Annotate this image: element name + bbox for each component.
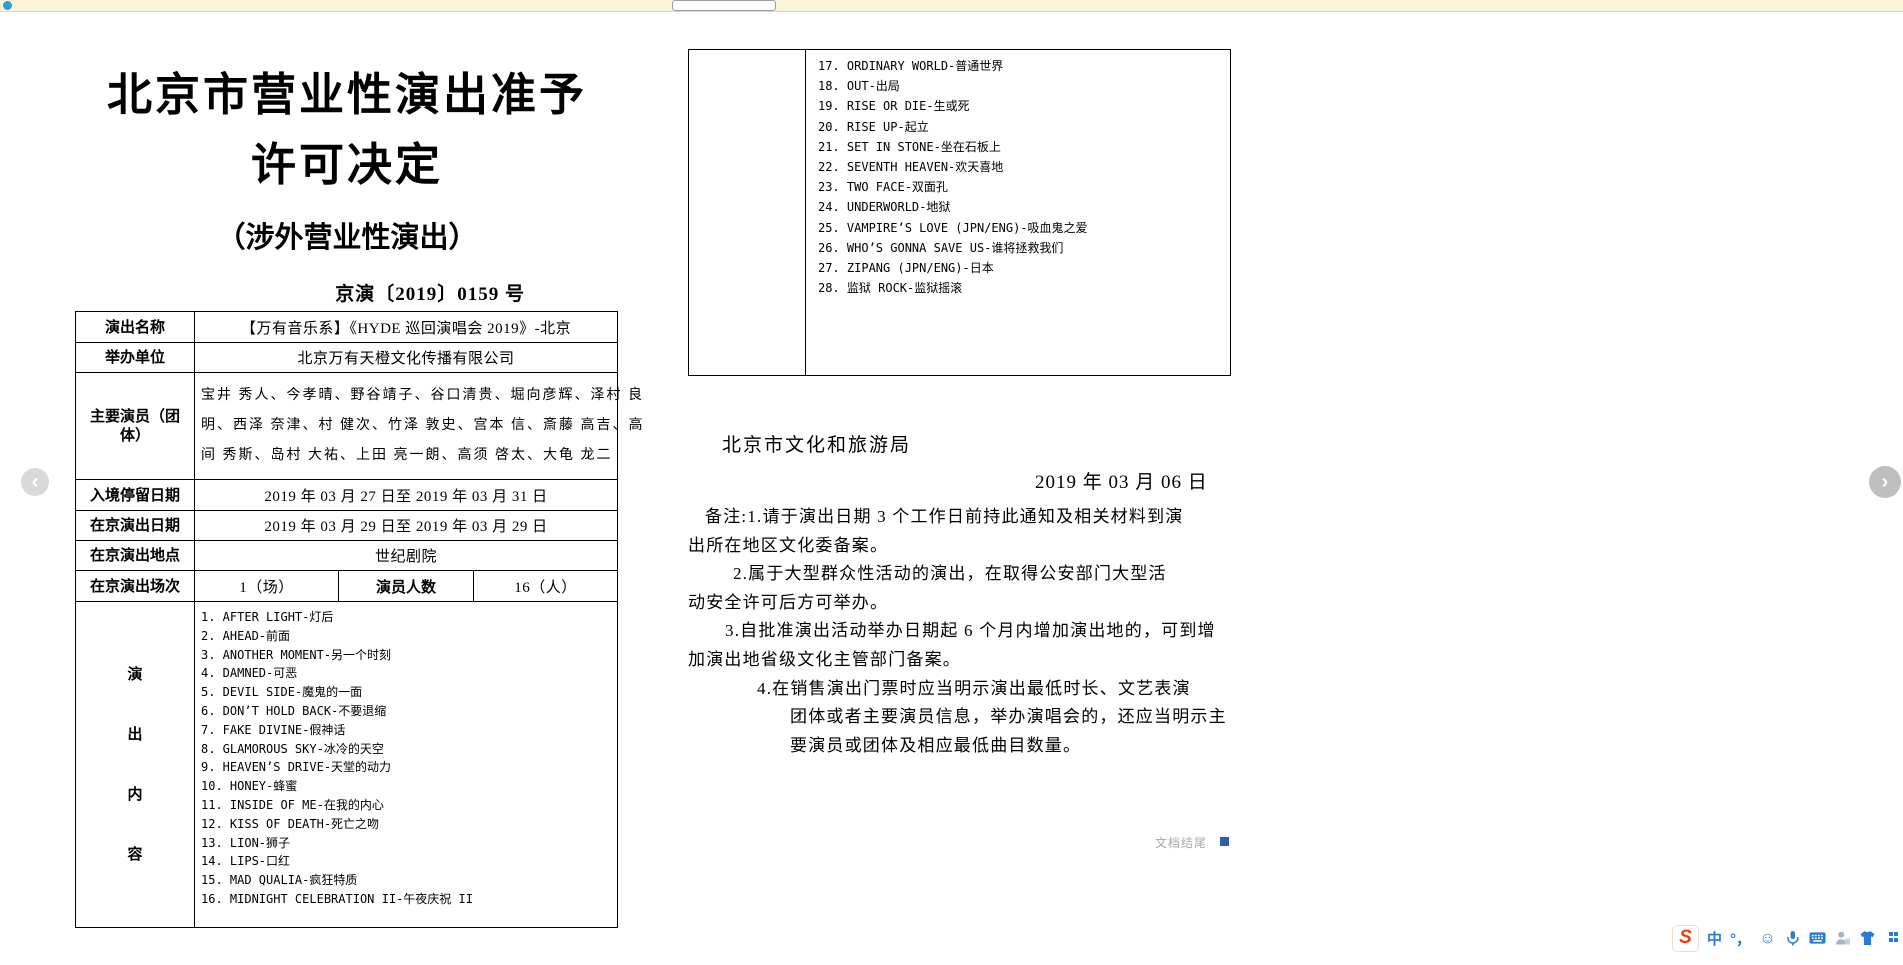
row-label: 演出名称 (76, 312, 195, 342)
song-item: 4. DAMNED-可恶 (201, 666, 298, 681)
row-value: 1（场） (239, 579, 294, 596)
song-list-1-16: 1. AFTER LIGHT-灯后 2. AHEAD-前面 3. ANOTHER… (195, 602, 617, 927)
notes-block: 备注:1.请于演出日期 3 个工作日前持此通知及相关材料到演 出所在地区文化委备… (688, 503, 1236, 760)
song-item: 16. MIDNIGHT CELEBRATION II-午夜庆祝 II (201, 891, 473, 906)
performers-list: 宝井 秀人、今孝晴、野谷靖子、谷口清贵、堀向彦辉、泽村 良 明、西泽 奈津、村 … (195, 373, 645, 479)
note-line: 出所在地区文化委备案。 (688, 535, 889, 555)
row-value: 【万有音乐系】《HYDE 巡回演唱会 2019》-北京 (240, 320, 572, 337)
note-line: 3.自批准演出活动举办日期起 6 个月内增加演出地的，可到增 (725, 621, 1216, 641)
song-item: 19. RISE OR DIE-生或死 (818, 99, 970, 114)
content-row-label: 演 出 内 容 (76, 602, 195, 927)
song-item: 13. LION-狮子 (201, 835, 291, 850)
next-page-button[interactable]: › (1869, 466, 1901, 498)
more-icon[interactable] (1884, 930, 1901, 947)
microphone-icon[interactable] (1784, 930, 1801, 947)
keyboard-icon[interactable] (1809, 930, 1826, 947)
document-viewer: ‹ › 北京市营业性演出准予 许可决定 （涉外营业性演出） 京演〔2019〕01… (0, 0, 1903, 965)
vertical-label-char: 演 (127, 665, 143, 683)
vertical-label-char: 容 (127, 845, 143, 863)
song-item: 14. LIPS-口红 (201, 854, 291, 869)
performers-line: 宝井 秀人、今孝晴、野谷靖子、谷口清贵、堀向彦辉、泽村 良 (201, 388, 644, 403)
issuing-authority: 北京市文化和旅游局 (722, 435, 912, 456)
note-line: 加演出地省级文化主管部门备案。 (688, 649, 961, 669)
sogou-logo-icon[interactable]: S (1671, 924, 1699, 952)
note-line: 4.在销售演出门票时应当明示演出最低时长、文艺表演 (757, 678, 1191, 698)
ime-toolbar: S 中 °， ☺ (1665, 924, 1903, 952)
song-item: 8. GLAMOROUS SKY-冰冷的天空 (201, 741, 384, 756)
row-sublabel: 演员人数 (338, 571, 474, 601)
song-list-17-28: 17. ORDINARY WORLD-普通世界 18. OUT-出局 19. R… (806, 50, 1230, 375)
row-value: 2019 年 03 月 29 日至 2019 年 03 月 29 日 (264, 519, 548, 535)
row-value: 世纪剧院 (374, 549, 437, 565)
previous-page-button[interactable]: ‹ (21, 468, 49, 496)
skin-icon[interactable] (1859, 930, 1876, 947)
end-of-document-label: 文档结尾 (1155, 836, 1208, 850)
content-row-label-empty (689, 50, 806, 375)
browser-search-input[interactable] (672, 0, 776, 11)
row-label: 举办单位 (76, 343, 195, 372)
performers-line: 间 秀斯、岛村 大祐、上田 亮一朗、高须 啓太、大龟 龙二 (201, 448, 613, 463)
song-item: 11. INSIDE OF ME-在我的内心 (201, 797, 384, 812)
row-label: 在京演出地点 (76, 541, 195, 570)
chinese-mode-icon[interactable]: 中 (1707, 928, 1722, 949)
row-value: 16（人） (514, 579, 577, 596)
song-item: 12. KISS OF DEATH-死亡之吻 (201, 816, 380, 831)
page-subtitle: （涉外营业性演出） (216, 222, 478, 254)
row-value: 2019 年 03 月 27 日至 2019 年 03 月 31 日 (264, 488, 548, 505)
song-item: 7. FAKE DIVINE-假神话 (201, 722, 346, 737)
emoji-icon[interactable]: ☺ (1759, 930, 1776, 947)
punctuation-icon[interactable]: °， (1730, 928, 1751, 949)
song-item: 6. DON’T HOLD BACK-不要退缩 (201, 703, 387, 718)
row-label: 在京演出场次 (76, 571, 195, 601)
song-item: 22. SEVENTH HEAVEN-欢天喜地 (818, 160, 1004, 175)
row-label: 在京演出日期 (76, 511, 195, 540)
vertical-label-char: 内 (127, 785, 143, 803)
song-item: 2. AHEAD-前面 (201, 628, 291, 643)
song-item: 23. TWO FACE-双面孔 (818, 180, 948, 195)
song-item: 20. RISE UP-起立 (818, 119, 929, 134)
table-row: 在京演出场次 1（场） 演员人数 16（人） (76, 571, 617, 602)
vertical-label-char: 出 (127, 725, 143, 743)
song-item: 28. 监狱 ROCK-监狱摇滚 (818, 281, 963, 296)
document-number: 京演〔2019〕0159 号 (335, 284, 525, 305)
page-title-line1: 北京市营业性演出准予 (106, 69, 587, 120)
song-item: 1. AFTER LIGHT-灯后 (201, 610, 334, 624)
permit-table-continued: 17. ORDINARY WORLD-普通世界 18. OUT-出局 19. R… (688, 49, 1231, 376)
table-row: 演出名称 【万有音乐系】《HYDE 巡回演唱会 2019》-北京 (76, 312, 617, 343)
table-row: 在京演出地点 世纪剧院 (76, 541, 617, 571)
permit-table: 演出名称 【万有音乐系】《HYDE 巡回演唱会 2019》-北京 举办单位 北京… (75, 311, 643, 928)
song-item: 26. WHO’S GONNA SAVE US-谁将拯救我们 (818, 240, 1064, 255)
song-item: 21. SET IN STONE-坐在石板上 (818, 139, 1001, 154)
table-row: 演 出 内 容 1. AFTER LIGHT-灯后 2. AHEAD-前面 3.… (76, 602, 617, 927)
song-item: 9. HEAVEN’S DRIVE-天堂的动力 (201, 760, 392, 775)
table-row: 主要演员（团体） 宝井 秀人、今孝晴、野谷靖子、谷口清贵、堀向彦辉、泽村 良 明… (76, 373, 643, 480)
table-row: 在京演出日期 2019 年 03 月 29 日至 2019 年 03 月 29 … (76, 511, 617, 541)
browser-dot-icon (3, 1, 12, 10)
song-item: 10. HONEY-蜂蜜 (201, 779, 298, 794)
account-icon[interactable] (1834, 930, 1851, 947)
song-item: 27. ZIPANG (JPN/ENG)-日本 (818, 261, 994, 276)
table-row: 举办单位 北京万有天橙文化传播有限公司 (76, 343, 617, 373)
note-line: 2.属于大型群众性活动的演出，在取得公安部门大型活 (733, 564, 1167, 584)
page-title-line2: 许可决定 (250, 139, 443, 190)
song-item: 18. OUT-出局 (818, 79, 900, 94)
song-item: 17. ORDINARY WORLD-普通世界 (818, 59, 1004, 73)
table-row: 入境停留日期 2019 年 03 月 27 日至 2019 年 03 月 31 … (76, 480, 617, 511)
row-label: 入境停留日期 (76, 480, 195, 510)
song-item: 15. MAD QUALIA-疯狂特质 (201, 873, 358, 888)
performers-line: 明、西泽 奈津、村 健次、竹泽 敦史、宫本 信、斎藤 高吉、高 (201, 418, 645, 433)
row-value: 北京万有天橙文化传播有限公司 (297, 351, 515, 367)
note-line: 备注:1.请于演出日期 3 个工作日前持此通知及相关材料到演 (705, 507, 1184, 526)
note-line: 团体或者主要演员信息，举办演唱会的，还应当明示主 (790, 707, 1227, 727)
song-item: 24. UNDERWORLD-地狱 (818, 200, 951, 215)
issue-date: 2019 年 03 月 06 日 (1035, 472, 1208, 493)
browser-top-bar (0, 0, 1903, 12)
song-item: 25. VAMPIRE’S LOVE (JPN/ENG)-吸血鬼之爱 (818, 220, 1088, 235)
note-line: 动安全许可后方可举办。 (688, 592, 889, 612)
row-label: 主要演员（团体） (76, 373, 195, 479)
end-of-document-icon (1220, 837, 1229, 846)
note-line: 要演员或团体及相应最低曲目数量。 (790, 735, 1082, 755)
song-item: 3. ANOTHER MOMENT-另一个时刻 (201, 647, 392, 662)
song-item: 5. DEVIL SIDE-魔鬼的一面 (201, 685, 363, 700)
